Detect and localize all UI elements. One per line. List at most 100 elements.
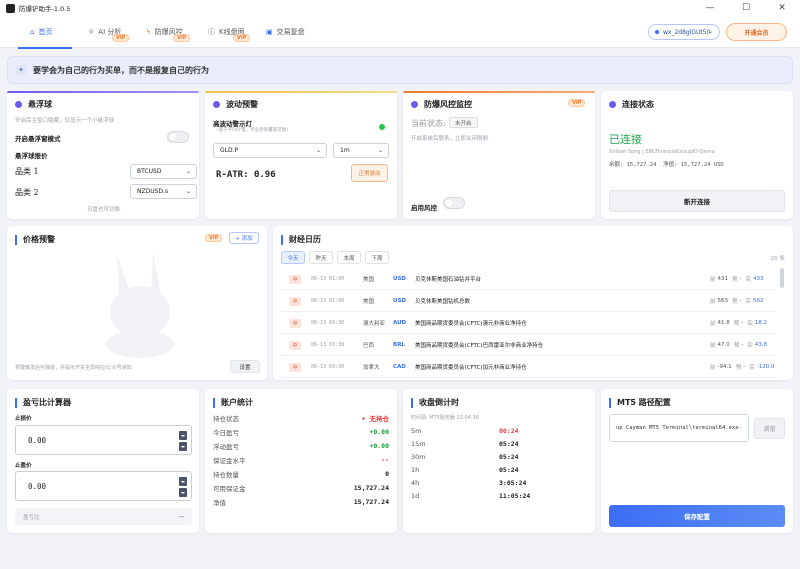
info-icon: ⓘ xyxy=(208,28,215,36)
countdown-card: 收盘倒计时 时间源: MT5服务器 12:04:36 5m 00:24 15m 05:… xyxy=(403,389,595,533)
flag-icon: 中 xyxy=(289,318,301,328)
tab-risk-control[interactable]: ϟ 防爆风控 xyxy=(146,16,183,48)
event-actual: 433 xyxy=(753,276,764,282)
stat-label: 持仓数量 xyxy=(213,471,239,479)
event-title: 贝克休斯美国石油钻井平台 xyxy=(415,277,482,283)
event-time: 06-13 01:00 xyxy=(311,276,345,282)
risk-toggle[interactable] xyxy=(443,197,465,209)
item1-select[interactable]: BTCUSD ⌄ xyxy=(130,164,197,179)
event-previous: 47.0 xyxy=(717,342,730,348)
item1-label: 品类 1 xyxy=(15,167,39,176)
calendar-row[interactable]: 中 06-13 03:30 澳大利亚 AUD 美国商品期货委员会(CFTC)澳元非商业净… xyxy=(281,313,776,334)
countdown-row: 15m 05:24 xyxy=(411,437,591,451)
close-button[interactable]: ✕ xyxy=(764,0,800,16)
filter-today[interactable]: 今天 xyxy=(281,251,305,264)
card-title: 悬浮球 xyxy=(15,99,52,110)
save-config-button[interactable]: 保存配置 xyxy=(609,505,785,527)
stat-label: 保证金水平 xyxy=(213,457,246,465)
filter-next-week[interactable]: 下周 xyxy=(365,251,389,264)
mt5-config-card: MT5 路径配置 up Cayman MT5 Terminal\terminal… xyxy=(601,389,793,533)
increment-icon[interactable]: ▬ xyxy=(179,431,187,440)
calendar-row[interactable]: 中 06-13 01:00 美国 USD 贝克休斯美国钻机总数前 563 预 - 实 562 xyxy=(281,291,776,312)
maximize-button[interactable]: ☐ xyxy=(728,0,764,16)
event-country: 巴西 xyxy=(363,343,375,349)
calendar-scrollbar[interactable] xyxy=(780,268,784,288)
countdown-row: 1d 11:05:24 xyxy=(411,489,591,503)
event-title: 美国商品期货委员会(CFTC)巴西雷亚尔非商业净持仓 xyxy=(415,343,544,349)
take-profit-label: 止盈价 xyxy=(15,463,32,469)
tab-kline[interactable]: ⓘ K线盘面 xyxy=(208,16,245,48)
countdown-value: 05:24 xyxy=(499,453,519,461)
event-forecast: - xyxy=(739,298,742,304)
stat-value: +0.00 xyxy=(369,442,389,450)
window-title: 防爆铲助手-1.0.5 xyxy=(19,5,71,13)
card-title: 财经日历 xyxy=(281,234,321,245)
settings-button[interactable]: 设置 xyxy=(230,360,260,373)
event-previous: 431 xyxy=(717,276,729,282)
mt5-path-input[interactable]: up Cayman MT5 Terminal\terminal64.exe· xyxy=(609,414,749,442)
countdown-value: 05:24 xyxy=(499,440,519,448)
stat-value: 15,727.24 xyxy=(353,498,389,506)
chevron-down-icon: ⌄ xyxy=(185,188,191,195)
account-stat-row: 今日盈亏 +0.00 xyxy=(213,425,389,439)
calendar-row[interactable]: 中 06-13 03:30 加拿大 CAD 美国商品期货委员会(CFTC)加元非商业净持… xyxy=(281,357,776,378)
home-icon: ⌂ xyxy=(30,28,35,36)
stat-value: 0 xyxy=(385,470,389,478)
tab-trade-review[interactable]: ▣ 交易复盘 xyxy=(266,16,305,48)
event-forecast: - xyxy=(741,320,744,326)
floating-mode-label: 开启悬浮窗模式 xyxy=(15,135,61,143)
filter-yesterday[interactable]: 昨天 xyxy=(309,251,333,264)
account-stat-row: 可用保证金 15,727.24 xyxy=(213,481,389,495)
event-title: 美国商品期货委员会(CFTC)澳元非商业净持仓 xyxy=(415,321,527,327)
calendar-row[interactable]: 中 06-13 03:30 巴西 BRL 美国商品期货委员会(CFTC)巴西雷亚尔非商业… xyxy=(281,335,776,356)
server-time: 时间源: MT5服务器 12:04:36 xyxy=(411,415,479,421)
stop-loss-input[interactable]: 0.00 ▬ ▬ xyxy=(15,425,192,455)
event-country: 加拿大 xyxy=(363,365,380,371)
account-stat-row: 保证金水平 -- xyxy=(213,453,389,467)
card-title: 防爆风控监控 xyxy=(411,99,472,110)
symbol-select[interactable]: GLD.P ⌄ xyxy=(213,143,327,158)
title-bar-accent xyxy=(411,397,413,408)
vip-badge: VIP xyxy=(205,234,223,242)
chevron-down-icon: ⌄ xyxy=(185,168,191,175)
take-profit-input[interactable]: 0.00 ▬ ▬ xyxy=(15,471,192,501)
state-badge: 未开启 xyxy=(449,117,478,128)
balance-line: 余额: 15,727.24 净值: 15,727.24 USD xyxy=(609,162,724,168)
countdown-value: 11:05:24 xyxy=(499,492,531,500)
card-footer: 日盘也可切换 xyxy=(87,207,121,213)
event-forecast: - xyxy=(741,342,744,348)
calendar-row[interactable]: 中 06-13 01:00 美国 USD 贝克休斯美国石油钻井平台前 431 预 - 实 433 xyxy=(281,269,776,290)
chevron-down-icon: ⌄ xyxy=(315,147,321,154)
tab-ai-analysis[interactable]: ☼ AI 分析 xyxy=(88,16,121,48)
filter-this-week[interactable]: 本周 xyxy=(337,251,361,264)
minimize-button[interactable]: — xyxy=(692,0,728,16)
event-currency: USD xyxy=(393,276,406,282)
item2-select[interactable]: NZDUSD.s ⌄ xyxy=(130,184,197,199)
disconnect-button[interactable]: 断开连接 xyxy=(609,190,785,212)
add-alert-button[interactable]: + 添加 xyxy=(229,232,259,244)
event-previous: 563 xyxy=(717,298,729,304)
timeframe-select[interactable]: 1m ⌄ xyxy=(333,143,389,158)
card-title: 盈亏比计算器 xyxy=(15,397,71,408)
card-title: 账户统计 xyxy=(213,397,253,408)
floating-mode-toggle[interactable] xyxy=(167,131,189,143)
event-currency: USD xyxy=(393,298,406,304)
increment-icon[interactable]: ▬ xyxy=(179,477,187,486)
wallet-selector[interactable]: wx_2d8glGUt50 ⌄ xyxy=(648,24,720,40)
event-forecast: - xyxy=(743,364,746,370)
event-currency: CAD xyxy=(393,364,406,370)
decrement-icon[interactable]: ▬ xyxy=(179,488,187,497)
decrement-icon[interactable]: ▬ xyxy=(179,442,187,451)
browse-button[interactable]: 浏览 xyxy=(754,418,785,439)
account-stat-row: 持仓数量 0 xyxy=(213,467,389,481)
card-title: 连接状态 xyxy=(609,99,654,110)
alert-footer: 预警触发后可弹窗，并提示开关全局响应/公众号通知 xyxy=(15,365,132,371)
tab-home[interactable]: ⌂ 首页 xyxy=(18,16,72,49)
account-stats-card: 账户统计 持仓状态 • 无持仓 今日盈亏 +0.00 浮动盈亏 +0.00 保证金水平 -- 持… xyxy=(205,389,397,533)
server-info: Xinhan Song | EBCFinancialGroupKY-Demo xyxy=(609,149,715,155)
risk-toggle-label: 启用风控 xyxy=(411,204,437,212)
volatility-status-button[interactable]: 正常波动 xyxy=(351,164,388,182)
member-button[interactable]: 开通会员 xyxy=(726,23,787,41)
card-title: 波动预警 xyxy=(213,99,258,110)
vip-badge: VIP xyxy=(112,34,130,42)
